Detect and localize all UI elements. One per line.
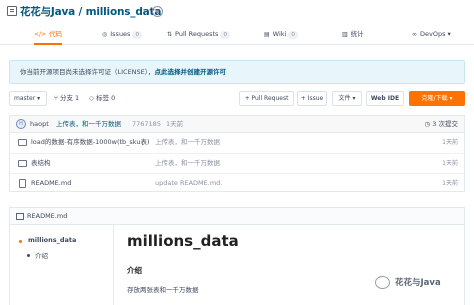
wiki-icon: ▤ [264, 31, 270, 38]
file-name[interactable]: 表结构 [31, 154, 51, 173]
chevron-down-icon: ▾ [449, 95, 453, 102]
clone-download-button[interactable]: 克隆/下载 ▾ [409, 91, 465, 106]
history-icon: ◷ [424, 120, 431, 128]
license-notice-text: 你当前开源项目尚未选择许可证（LICENSE）， [20, 68, 155, 76]
tab-stats-label: 统计 [350, 30, 364, 38]
commit-message[interactable]: 上传表，和一千万数据 [56, 116, 121, 132]
tab-pull-requests-label: Pull Requests [175, 30, 219, 38]
commit-author[interactable]: haopt [30, 116, 49, 132]
tab-pull-requests-count: 0 [220, 31, 230, 39]
avatar[interactable]: H [16, 119, 26, 129]
tags-count: 标签 0 [96, 94, 116, 102]
file-commit-message[interactable]: 上传表，和一千万数据 [155, 133, 220, 152]
new-issue-button[interactable]: + Issue [297, 91, 327, 106]
tab-code-label: 代码 [49, 30, 63, 38]
file-menu-button[interactable]: 文件 ▾ [332, 91, 362, 106]
pull-request-icon: ⇅ [167, 31, 173, 38]
tab-issues[interactable]: ◎ Issues 0 [102, 25, 142, 45]
watermark-text: 花花与Java [395, 278, 441, 288]
tag-icon: ◇ [89, 94, 94, 102]
readme-toc: millions_data 介绍 [10, 225, 114, 305]
file-list: load的数据-有序数据-1000w(tb_sku表) 上传表，和一千万数据 1… [9, 132, 465, 192]
list-item[interactable]: load的数据-有序数据-1000w(tb_sku表) 上传表，和一千万数据 1… [10, 133, 464, 153]
wechat-icon [375, 276, 390, 289]
readme-title: millions_data [127, 232, 239, 250]
file-time: 1天前 [442, 160, 458, 167]
web-ide-button[interactable]: Web IDE [366, 91, 404, 106]
toc-bullet [19, 240, 22, 243]
code-icon: </> [34, 31, 47, 38]
repo-name-link[interactable]: millions_data [86, 6, 162, 18]
tab-wiki-count: 0 [288, 31, 298, 39]
file-commit-message[interactable]: update README.md. [155, 174, 222, 193]
toc-bullet [27, 254, 30, 257]
branch-icon: ⑂ [54, 94, 58, 102]
branch-select[interactable]: master ▾ [9, 91, 47, 106]
repo-toolbar: master ▾ ⑂ 分支 1 ◇ 标签 0 + Pull Request + … [0, 91, 474, 107]
devops-icon: ∞ [412, 31, 417, 38]
repository-icon [7, 6, 17, 16]
list-item[interactable]: 表结构 上传表，和一千万数据 1天前 [10, 153, 464, 173]
tab-stats[interactable]: ▥ 统计 [342, 25, 364, 45]
file-menu-label: 文件 [338, 95, 351, 102]
issues-icon: ◎ [102, 31, 108, 38]
branches-link[interactable]: ⑂ 分支 1 [54, 91, 79, 106]
commit-hash[interactable]: 7767185 [132, 116, 161, 132]
file-name[interactable]: README.md [31, 174, 71, 193]
tab-pull-requests[interactable]: ⇅ Pull Requests 0 [167, 25, 230, 45]
file-time: 1天前 [442, 139, 458, 146]
toc-item[interactable]: 介绍 [35, 250, 48, 260]
list-item[interactable]: README.md update README.md. 1天前 [10, 173, 464, 193]
chevron-down-icon: ▾ [447, 30, 451, 38]
tab-wiki[interactable]: ▤ Wiki 0 [264, 25, 298, 45]
commit-count-link[interactable]: ◷ 3 次提交 [425, 116, 458, 132]
clone-download-label: 克隆/下载 [421, 95, 448, 102]
readme-file-name: README.md [27, 212, 68, 220]
tab-issues-label: Issues [110, 30, 131, 38]
file-time: 1天前 [442, 180, 458, 187]
folder-icon [18, 160, 27, 167]
repo-owner-link[interactable]: 花花与Java [20, 6, 75, 18]
new-pull-request-button[interactable]: + Pull Request [239, 91, 294, 106]
tab-issues-count: 0 [132, 31, 142, 39]
tab-code[interactable]: </> 代码 [34, 25, 63, 45]
tab-wiki-label: Wiki [272, 30, 287, 38]
branch-select-value: master [14, 95, 36, 102]
watch-icon[interactable] [152, 6, 163, 17]
repo-title: 花花与Java / millions_data [20, 4, 161, 19]
repo-title-separator: / [78, 6, 83, 18]
chevron-down-icon: ▾ [37, 95, 41, 102]
readme-section-heading: 介绍 [127, 266, 142, 275]
readme-header: README.md [9, 207, 465, 225]
chevron-down-icon: ▾ [352, 95, 356, 102]
tab-devops[interactable]: ∞ DevOps ▾ [412, 25, 451, 45]
file-name[interactable]: load的数据-有序数据-1000w(tb_sku表) [31, 133, 150, 152]
book-icon [16, 213, 24, 220]
file-icon [19, 179, 26, 188]
stats-icon: ▥ [342, 31, 348, 38]
repo-tabs: </> 代码 ◎ Issues 0 ⇅ Pull Requests 0 ▤ Wiki 0 ▥ 统… [0, 25, 474, 45]
repo-header: 花花与Java / millions_data [0, 0, 474, 22]
license-notice: 你当前开源项目尚未选择许可证（LICENSE），点此选择并创建开源许可 [9, 60, 465, 84]
latest-commit-bar: H haopt 上传表，和一千万数据 7767185 1天前 ◷ 3 次提交 [9, 115, 465, 132]
file-commit-message[interactable]: 上传表，和一千万数据 [155, 154, 220, 173]
create-license-link[interactable]: 点此选择并创建开源许可 [155, 68, 227, 76]
branches-count: 分支 1 [59, 94, 80, 102]
commit-time: 1天前 [166, 120, 184, 128]
folder-icon [18, 139, 27, 146]
tab-devops-label: DevOps [420, 30, 446, 38]
readme-body: millions_data 介绍 millions_data 介绍 存放两张表和… [9, 225, 465, 305]
tags-link[interactable]: ◇ 标签 0 [89, 91, 115, 106]
commit-count: 3 次提交 [432, 120, 458, 128]
readme-paragraph: 存放两张表和一千万数据 [127, 286, 199, 294]
toc-item[interactable]: millions_data [28, 236, 76, 244]
